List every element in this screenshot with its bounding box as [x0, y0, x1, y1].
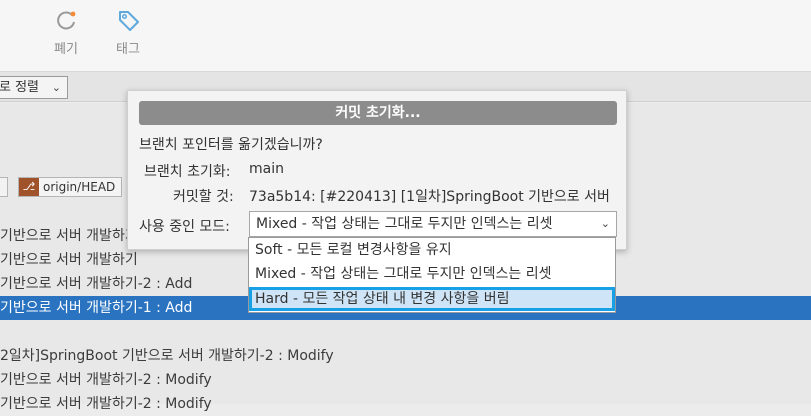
toolbar: 폐기 태그 — [0, 0, 811, 72]
chevron-down-icon: ⌄ — [596, 212, 610, 236]
branch-label: 브랜치 초기화: — [144, 164, 231, 180]
tag-icon — [114, 6, 142, 34]
commit-value: 73a5b14: [#220413] [1일차]SpringBoot 기반으로 … — [249, 189, 610, 205]
tag-label: 태그 — [116, 42, 140, 57]
discard-label: 폐기 — [54, 42, 78, 57]
dialog-title: 커밋 초기화... — [139, 101, 617, 125]
table-row[interactable]: 기반으로 서버 개발하기-2 : Modify — [0, 368, 811, 392]
remote-branch-label: origin/HEAD — [43, 180, 116, 194]
option-hard[interactable]: Hard - 모든 작업 상태 내 변경 사항을 버림 — [249, 287, 615, 311]
commit-label: 커밋할 것: — [173, 189, 234, 205]
sort-select[interactable]: 로 정렬 ⌄ — [0, 76, 68, 99]
tag-button[interactable]: 태그 — [98, 6, 158, 57]
sort-select-value: 로 정렬 — [0, 80, 40, 95]
branch-value: main — [249, 161, 284, 177]
refresh-icon — [52, 6, 80, 34]
table-row[interactable]: 2일차]SpringBoot 기반으로 서버 개발하기-2 : Modify — [0, 344, 811, 368]
reset-commit-dialog: 커밋 초기화... 브랜치 포인터를 옮기겠습니까? 브랜치 초기화: main… — [127, 90, 627, 250]
reset-mode-dropdown: Soft - 모든 로컬 변경사항을 유지 Mixed - 작업 상태는 그대로… — [248, 237, 616, 313]
chevron-down-icon: ⌄ — [51, 81, 61, 94]
local-branch-badge[interactable] — [0, 177, 8, 197]
reset-mode-select-value: Mixed - 작업 상태는 그대로 두지만 인덱스는 리셋 — [256, 216, 553, 232]
reset-mode-select[interactable]: Mixed - 작업 상태는 그대로 두지만 인덱스는 리셋 ⌄ — [249, 211, 617, 237]
option-soft[interactable]: Soft - 모든 로컬 변경사항을 유지 — [249, 238, 615, 262]
remote-branch-icon: ⎇ — [19, 178, 39, 196]
table-row[interactable]: 기반으로 서버 개발하기-2 : Modify — [0, 392, 811, 416]
discard-button[interactable]: 폐기 — [36, 6, 96, 57]
mode-label: 사용 중인 모드: — [139, 219, 230, 235]
remote-branch-badge[interactable]: ⎇ origin/HEAD — [18, 177, 123, 197]
option-mixed[interactable]: Mixed - 작업 상태는 그대로 두지만 인덱스는 리셋 — [249, 262, 615, 286]
dialog-question: 브랜치 포인터를 옮기겠습니까? — [139, 137, 323, 153]
